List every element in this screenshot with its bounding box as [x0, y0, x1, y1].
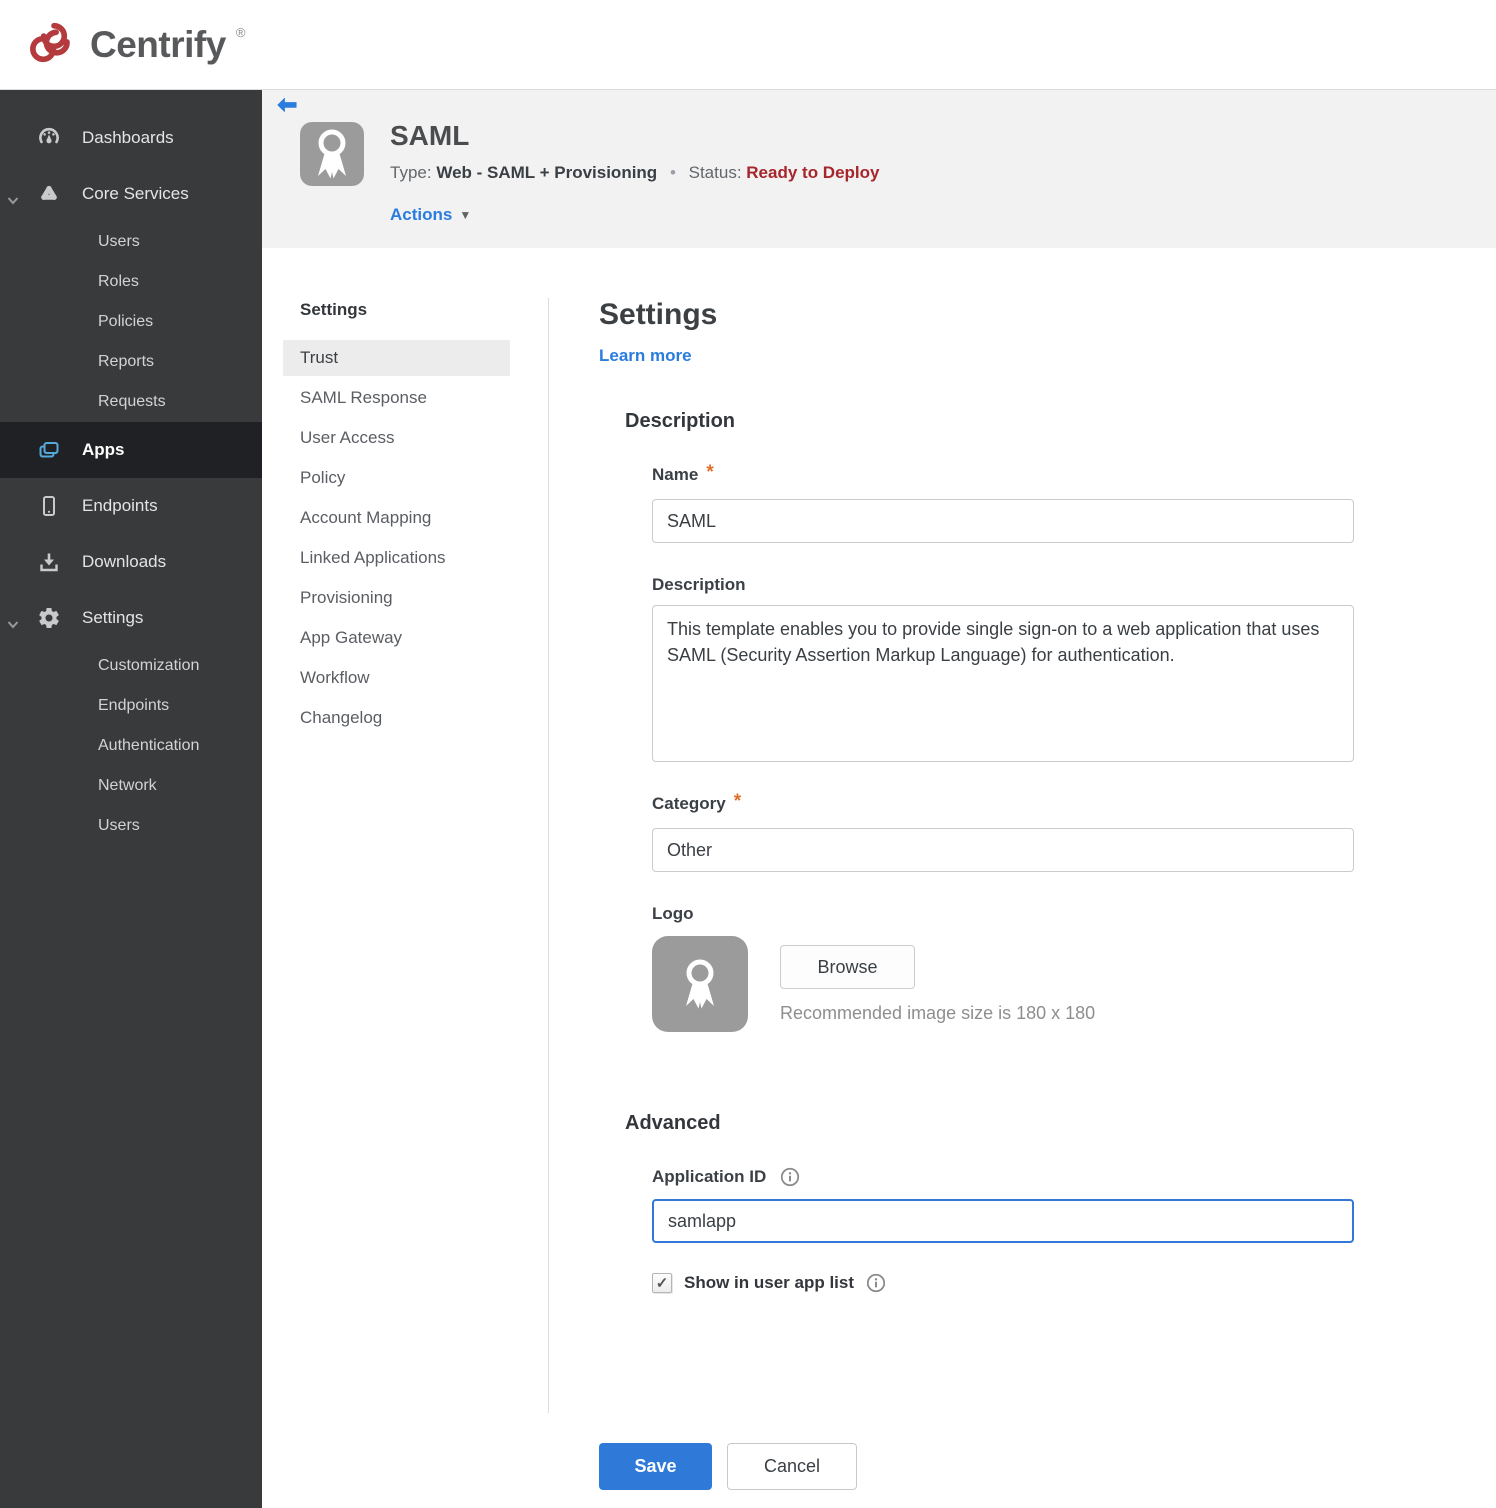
award-ribbon-icon [318, 129, 346, 179]
subnav-item-linked-applications[interactable]: Linked Applications [283, 538, 510, 578]
learn-more-link[interactable]: Learn more [599, 346, 692, 366]
cancel-button[interactable]: Cancel [727, 1443, 857, 1490]
application-id-field[interactable] [652, 1199, 1354, 1243]
sidebar-item-authentication[interactable]: Authentication [0, 726, 262, 766]
apps-icon [36, 438, 62, 462]
type-value: Web - SAML + Provisioning [436, 163, 658, 182]
sidebar-item-network[interactable]: Network [0, 766, 262, 806]
sidebar-item-dashboards[interactable]: Dashboards [0, 110, 262, 166]
sidebar-item-settings-endpoints[interactable]: Endpoints [0, 686, 262, 726]
sidebar-item-requests[interactable]: Requests [0, 382, 262, 422]
sidebar-item-label: Downloads [82, 552, 167, 571]
category-field[interactable] [652, 828, 1354, 872]
device-icon [36, 494, 62, 518]
actions-button[interactable]: Actions ▼ [390, 205, 471, 225]
registered-mark: ® [235, 25, 246, 40]
sidebar-item-endpoints[interactable]: Endpoints [0, 478, 262, 534]
app-logo [300, 122, 364, 186]
advanced-section: Advanced Application ID samlapp ✓ Show i… [599, 1112, 1369, 1490]
actions-label: Actions [390, 205, 453, 224]
gear-icon [36, 606, 62, 630]
subnav-item-trust[interactable]: Trust [283, 340, 510, 376]
save-button[interactable]: Save [599, 1443, 712, 1490]
sidebar-item-policies[interactable]: Policies [0, 302, 262, 342]
app-meta: Type: Web - SAML + Provisioning • Status… [390, 163, 879, 183]
subnav-item-user-access[interactable]: User Access [283, 418, 510, 458]
logo-preview [652, 936, 748, 1032]
check-icon: ✓ [655, 1274, 669, 1292]
sidebar-item-customization[interactable]: Customization [0, 646, 262, 686]
sidebar-item-downloads[interactable]: Downloads [0, 534, 262, 590]
centrify-brand: Centrify ® [28, 18, 245, 71]
description-field[interactable]: This template enables you to provide sin… [652, 605, 1354, 762]
sidebar-item-core-services[interactable]: Core Services [0, 166, 262, 222]
required-asterisk: * [733, 791, 742, 812]
caret-down-icon: ▼ [459, 208, 472, 222]
sidebar-item-settings-users[interactable]: Users [0, 806, 262, 846]
sidebar-item-label: Settings [82, 608, 144, 627]
sidebar-item-label: Endpoints [82, 496, 158, 515]
subnav-item-account-mapping[interactable]: Account Mapping [283, 498, 510, 538]
sidebar-item-apps[interactable]: Apps [0, 422, 262, 478]
subnav-item-workflow[interactable]: Workflow [283, 658, 510, 698]
description-label: Description [652, 575, 746, 594]
sidebar-item-label: Dashboards [82, 128, 174, 147]
subnav-item-app-gateway[interactable]: App Gateway [283, 618, 510, 658]
award-ribbon-icon [686, 959, 714, 1009]
chevron-down-icon [7, 614, 19, 634]
gauge-icon [36, 126, 62, 150]
chevron-down-icon [7, 190, 19, 210]
application-id-label: Application ID [652, 1167, 767, 1186]
info-icon[interactable] [866, 1273, 886, 1293]
advanced-heading: Advanced [625, 1112, 721, 1134]
status-badge: Ready to Deploy [746, 163, 880, 182]
name-label: Name * [652, 462, 714, 484]
app-header: SAML Type: Web - SAML + Provisioning • S… [262, 90, 1496, 248]
download-icon [36, 550, 62, 574]
app-title: SAML [390, 120, 470, 151]
required-asterisk: * [706, 462, 714, 483]
sidebar-item-roles[interactable]: Roles [0, 262, 262, 302]
separator-dot: • [669, 163, 676, 182]
name-field[interactable] [652, 499, 1354, 543]
page-title: Settings [599, 298, 718, 331]
subnav-item-changelog[interactable]: Changelog [283, 698, 510, 738]
subnav-item-policy[interactable]: Policy [283, 458, 510, 498]
subnav-item-provisioning[interactable]: Provisioning [283, 578, 510, 618]
type-label: Type: [390, 163, 432, 182]
top-bar: Centrify ® [0, 0, 1496, 90]
core-services-icon [36, 182, 62, 206]
show-in-user-app-list-checkbox[interactable]: ✓ [652, 1273, 672, 1293]
logo-size-hint: Recommended image size is 180 x 180 [780, 1003, 1096, 1023]
centrify-logo-icon [28, 18, 80, 71]
app-settings-nav: Settings Trust SAML Response User Access… [262, 298, 549, 1413]
show-in-user-app-list-label: Show in user app list [684, 1273, 855, 1292]
sidebar-item-users[interactable]: Users [0, 222, 262, 262]
settings-panel: Settings Learn more Description Name * D… [599, 298, 1369, 1508]
description-section: Description Name * Description This temp… [599, 410, 1369, 1032]
description-heading: Description [625, 410, 736, 432]
sidebar-item-settings[interactable]: Settings [0, 590, 262, 646]
info-icon[interactable] [780, 1167, 800, 1187]
sidebar-item-label: Apps [82, 440, 125, 459]
sidebar: Dashboards Core Services Users Roles Pol… [0, 90, 262, 1508]
logo-label: Logo [652, 904, 694, 923]
browse-button[interactable]: Browse [780, 945, 915, 989]
category-label: Category * [652, 791, 742, 813]
status-label: Status: [688, 163, 742, 182]
subnav-title: Settings [300, 300, 368, 319]
back-arrow-icon[interactable] [276, 97, 298, 120]
sidebar-item-label: Core Services [82, 184, 189, 203]
subnav-item-saml-response[interactable]: SAML Response [283, 378, 510, 418]
brand-name: Centrify [90, 23, 226, 65]
sidebar-item-reports[interactable]: Reports [0, 342, 262, 382]
